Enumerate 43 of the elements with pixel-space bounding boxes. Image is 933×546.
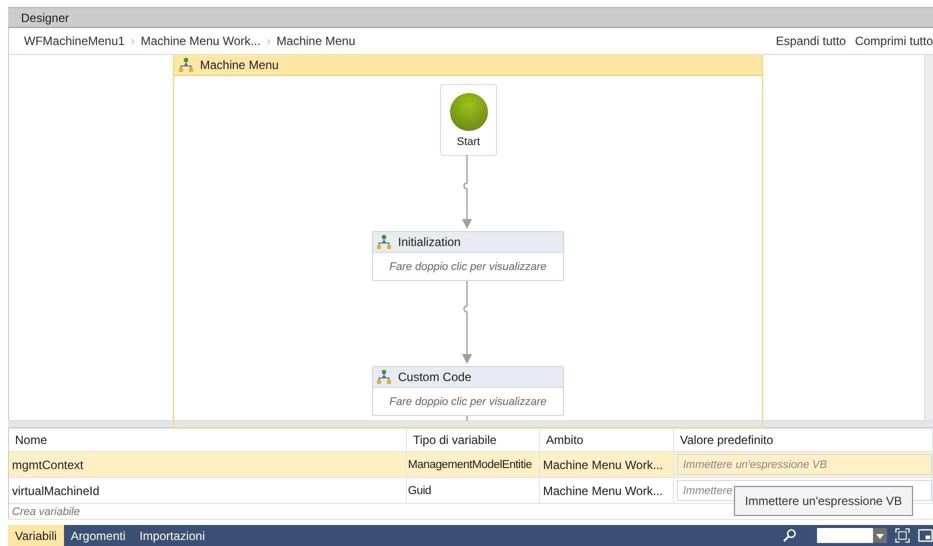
column-header[interactable]: Nome bbox=[9, 429, 407, 451]
expand-collapse-link[interactable]: Comprimi tutto bbox=[854, 34, 933, 48]
zoom-dropdown[interactable] bbox=[817, 528, 887, 543]
breadcrumb-link[interactable]: WFMachineMenu1 bbox=[24, 34, 125, 48]
activity-hint: Fare doppio clic per visualizzare bbox=[389, 396, 547, 408]
activity-hint: Fare doppio clic per visualizzare bbox=[389, 260, 547, 272]
table-cell: mgmtContext bbox=[9, 452, 407, 477]
panel-tab[interactable]: Argomenti bbox=[64, 525, 132, 546]
window-title: Designer bbox=[21, 10, 70, 24]
activity-title: Initialization bbox=[398, 235, 461, 249]
activity-title: Custom Code bbox=[398, 370, 472, 384]
table-cell: Machine Menu Work... bbox=[540, 452, 674, 477]
expression-field[interactable]: Immettere un'espressione VB bbox=[677, 454, 932, 475]
panel-tab[interactable]: Importazioni bbox=[132, 525, 212, 546]
flowchart-icon bbox=[376, 234, 392, 250]
start-node[interactable]: Start bbox=[440, 84, 497, 156]
overview-icon[interactable] bbox=[918, 528, 933, 543]
breadcrumb-separator: › bbox=[266, 34, 271, 48]
panel-tab[interactable]: Variabili bbox=[8, 525, 64, 546]
container-header[interactable]: Machine Menu bbox=[174, 55, 762, 76]
search-icon[interactable] bbox=[782, 528, 797, 543]
breadcrumb-link[interactable]: Machine Menu Work... bbox=[140, 34, 261, 48]
start-label: Start bbox=[456, 136, 480, 148]
variable-row[interactable]: mgmtContext ManagementModelEntitie Machine Menu Work... Immettere un'espressione VB bbox=[9, 452, 933, 478]
flowchart-icon bbox=[376, 369, 392, 385]
container-title: Machine Menu bbox=[200, 58, 279, 72]
flowchart-icon bbox=[178, 57, 194, 73]
column-header[interactable]: Tipo di variabile bbox=[407, 429, 540, 451]
table-cell: ManagementModelEntitie bbox=[407, 452, 540, 477]
start-circle-icon bbox=[450, 92, 488, 130]
breadcrumb-link[interactable]: Machine Menu bbox=[276, 34, 356, 48]
activity-node[interactable]: Initialization Fare doppio clic per visualizzare bbox=[372, 231, 564, 281]
column-header[interactable]: Ambito bbox=[540, 429, 674, 451]
expand-collapse-link[interactable]: Espandi tutto bbox=[776, 34, 846, 48]
table-cell: Machine Menu Work... bbox=[540, 478, 674, 503]
column-header[interactable]: Valore predefinito bbox=[674, 429, 933, 451]
create-variable-hint[interactable]: Crea variabile bbox=[12, 506, 80, 518]
table-cell: Guid bbox=[407, 478, 540, 503]
table-cell: virtualMachineId bbox=[9, 478, 407, 503]
fit-to-screen-icon[interactable] bbox=[895, 528, 910, 543]
tooltip: Immettere un'espressione VB bbox=[734, 486, 914, 516]
breadcrumb-separator: › bbox=[130, 34, 135, 48]
activity-node[interactable]: Custom Code Fare doppio clic per visualizzare bbox=[372, 366, 564, 416]
